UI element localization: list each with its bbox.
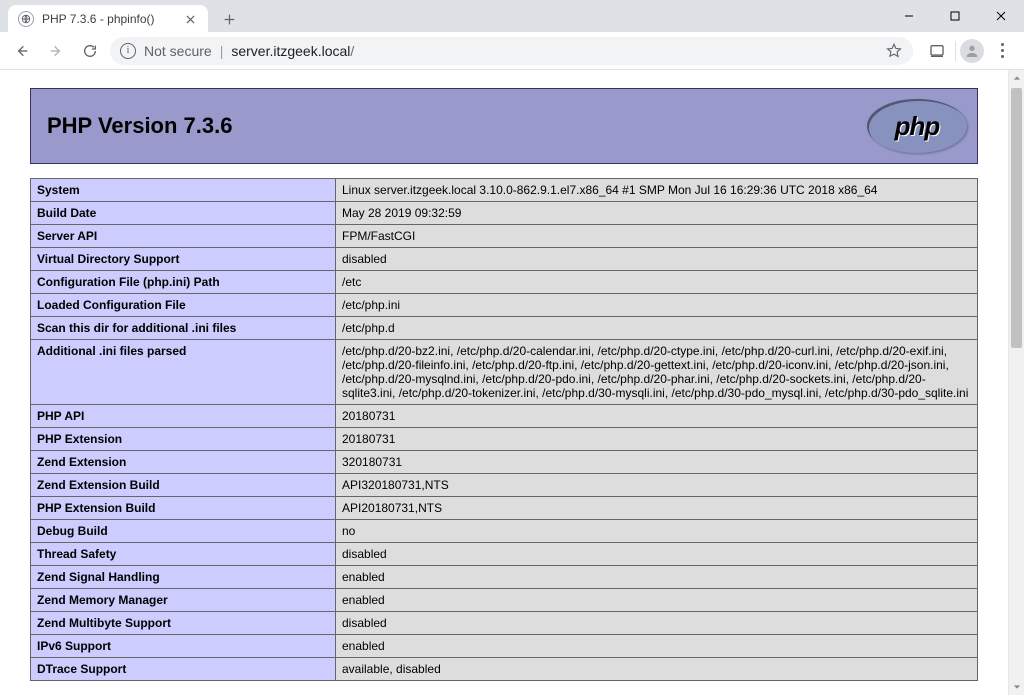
php-logo: php — [867, 99, 967, 153]
window-buttons — [886, 0, 1024, 32]
info-value: /etc — [336, 271, 978, 294]
info-value: 20180731 — [336, 428, 978, 451]
cast-icon[interactable] — [923, 37, 951, 65]
info-label: System — [31, 179, 336, 202]
info-value: /etc/php.d/20-bz2.ini, /etc/php.d/20-cal… — [336, 340, 978, 405]
info-row: PHP Extension20180731 — [31, 428, 978, 451]
info-row: Debug Buildno — [31, 520, 978, 543]
info-label: PHP API — [31, 405, 336, 428]
maximize-button[interactable] — [932, 1, 978, 31]
info-row: Zend Extension BuildAPI320180731,NTS — [31, 474, 978, 497]
info-label: PHP Extension Build — [31, 497, 336, 520]
phpinfo-page: PHP Version 7.3.6 php SystemLinux server… — [0, 70, 1008, 695]
info-row: Scan this dir for additional .ini files/… — [31, 317, 978, 340]
separator: | — [220, 43, 224, 59]
phpinfo-header: PHP Version 7.3.6 php — [30, 88, 978, 164]
address-bar[interactable]: i Not secure | server.itzgeek.local/ — [110, 37, 913, 65]
info-value: disabled — [336, 612, 978, 635]
tab-strip: PHP 7.3.6 - phpinfo() — [0, 0, 886, 32]
url-text: server.itzgeek.local/ — [231, 43, 877, 59]
close-window-button[interactable] — [978, 1, 1024, 31]
info-label: Zend Extension Build — [31, 474, 336, 497]
info-value: FPM/FastCGI — [336, 225, 978, 248]
minimize-button[interactable] — [886, 1, 932, 31]
info-value: 320180731 — [336, 451, 978, 474]
tab-title: PHP 7.3.6 - phpinfo() — [42, 12, 174, 26]
forward-button[interactable] — [42, 37, 70, 65]
info-label: DTrace Support — [31, 658, 336, 681]
globe-icon — [18, 11, 34, 27]
info-row: Additional .ini files parsed/etc/php.d/2… — [31, 340, 978, 405]
phpinfo-table: SystemLinux server.itzgeek.local 3.10.0-… — [30, 178, 978, 681]
info-label: Server API — [31, 225, 336, 248]
info-value: disabled — [336, 248, 978, 271]
info-value: May 28 2019 09:32:59 — [336, 202, 978, 225]
info-row: Thread Safetydisabled — [31, 543, 978, 566]
info-value: available, disabled — [336, 658, 978, 681]
info-label: Zend Multibyte Support — [31, 612, 336, 635]
info-row: Zend Extension320180731 — [31, 451, 978, 474]
info-value: enabled — [336, 635, 978, 658]
site-info-icon[interactable]: i — [120, 43, 136, 59]
info-label: Scan this dir for additional .ini files — [31, 317, 336, 340]
info-label: Build Date — [31, 202, 336, 225]
info-row: Build DateMay 28 2019 09:32:59 — [31, 202, 978, 225]
info-value: API320180731,NTS — [336, 474, 978, 497]
info-label: Zend Extension — [31, 451, 336, 474]
info-row: DTrace Supportavailable, disabled — [31, 658, 978, 681]
info-value: /etc/php.ini — [336, 294, 978, 317]
back-button[interactable] — [8, 37, 36, 65]
info-row: Virtual Directory Supportdisabled — [31, 248, 978, 271]
info-label: Zend Signal Handling — [31, 566, 336, 589]
info-value: enabled — [336, 566, 978, 589]
info-row: PHP API20180731 — [31, 405, 978, 428]
kebab-menu-icon[interactable] — [988, 37, 1016, 65]
info-label: Thread Safety — [31, 543, 336, 566]
close-tab-button[interactable] — [182, 11, 198, 27]
info-row: PHP Extension BuildAPI20180731,NTS — [31, 497, 978, 520]
info-row: Loaded Configuration File/etc/php.ini — [31, 294, 978, 317]
info-row: IPv6 Supportenabled — [31, 635, 978, 658]
info-label: Debug Build — [31, 520, 336, 543]
window-titlebar: PHP 7.3.6 - phpinfo() — [0, 0, 1024, 32]
info-label: Virtual Directory Support — [31, 248, 336, 271]
info-value: /etc/php.d — [336, 317, 978, 340]
scrollbar-thumb[interactable] — [1011, 88, 1022, 348]
info-row: SystemLinux server.itzgeek.local 3.10.0-… — [31, 179, 978, 202]
browser-toolbar: i Not secure | server.itzgeek.local/ — [0, 32, 1024, 70]
profile-avatar[interactable] — [960, 39, 984, 63]
info-value: Linux server.itzgeek.local 3.10.0-862.9.… — [336, 179, 978, 202]
info-row: Configuration File (php.ini) Path/etc — [31, 271, 978, 294]
info-row: Zend Memory Managerenabled — [31, 589, 978, 612]
info-label: Additional .ini files parsed — [31, 340, 336, 405]
info-value: enabled — [336, 589, 978, 612]
page-title: PHP Version 7.3.6 — [47, 113, 232, 139]
browser-tab[interactable]: PHP 7.3.6 - phpinfo() — [8, 5, 208, 33]
info-label: IPv6 Support — [31, 635, 336, 658]
info-value: no — [336, 520, 978, 543]
new-tab-button[interactable] — [216, 6, 242, 32]
info-label: Zend Memory Manager — [31, 589, 336, 612]
info-label: Configuration File (php.ini) Path — [31, 271, 336, 294]
bookmark-star-icon[interactable] — [885, 42, 903, 60]
info-row: Zend Multibyte Supportdisabled — [31, 612, 978, 635]
info-label: PHP Extension — [31, 428, 336, 451]
toolbar-divider — [955, 41, 956, 61]
info-value: 20180731 — [336, 405, 978, 428]
vertical-scrollbar[interactable] — [1008, 70, 1024, 695]
info-row: Server APIFPM/FastCGI — [31, 225, 978, 248]
scroll-up-arrow[interactable] — [1009, 70, 1024, 86]
info-row: Zend Signal Handlingenabled — [31, 566, 978, 589]
info-value: API20180731,NTS — [336, 497, 978, 520]
page-viewport: PHP Version 7.3.6 php SystemLinux server… — [0, 70, 1008, 695]
security-label: Not secure — [144, 43, 212, 59]
scroll-down-arrow[interactable] — [1009, 679, 1024, 695]
info-label: Loaded Configuration File — [31, 294, 336, 317]
info-value: disabled — [336, 543, 978, 566]
reload-button[interactable] — [76, 37, 104, 65]
